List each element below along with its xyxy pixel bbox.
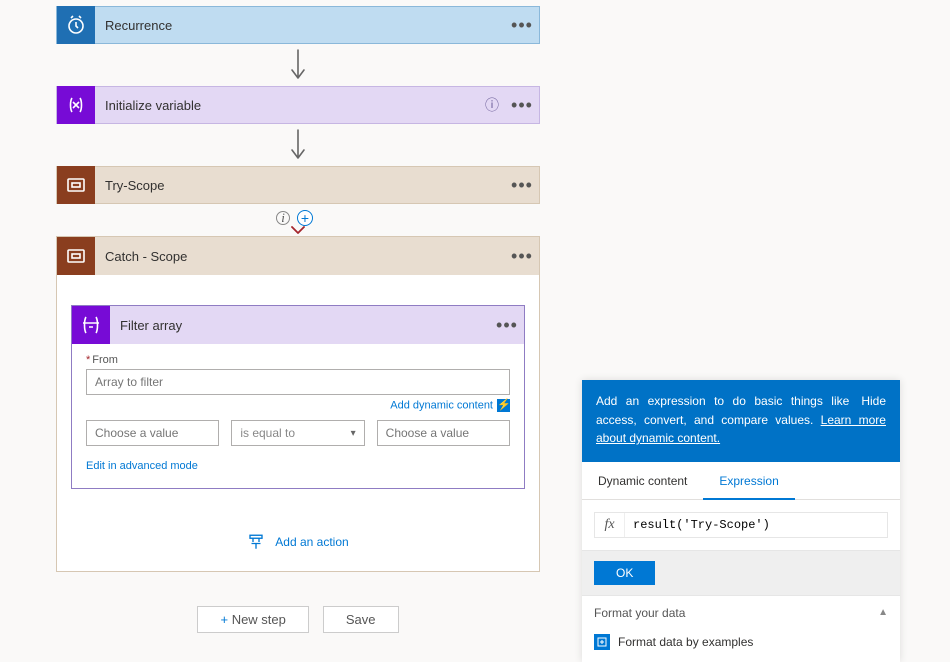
step-title: Try-Scope — [95, 178, 505, 193]
tab-dynamic-content[interactable]: Dynamic content — [582, 462, 703, 499]
variable-icon — [57, 86, 95, 124]
add-action-button[interactable]: Add an action — [71, 533, 525, 551]
more-menu[interactable]: ••• — [505, 20, 539, 30]
edit-advanced-mode-link[interactable]: Edit in advanced mode — [86, 460, 510, 472]
add-dynamic-content-link[interactable]: Add dynamic content — [390, 399, 493, 411]
add-action-label: Add an action — [275, 535, 348, 549]
step-filter-array: Filter array ••• *From Add dynamic conte… — [71, 305, 525, 489]
expression-input-wrap: fx — [594, 512, 888, 538]
condition-right-input[interactable] — [377, 420, 510, 446]
condition-operator-select[interactable]: is equal to▾ — [231, 420, 364, 446]
from-label: *From — [86, 354, 510, 366]
scope-icon — [57, 237, 95, 275]
add-action-icon — [247, 533, 265, 551]
format-item-label: Format data by examples — [618, 635, 753, 649]
more-menu[interactable]: ••• — [490, 320, 524, 330]
step-title: Filter array — [110, 318, 490, 333]
catch-header[interactable]: Catch - Scope ••• — [57, 237, 539, 275]
add-dynamic-icon[interactable]: ⚡ — [497, 399, 510, 412]
step-title: Recurrence — [95, 18, 505, 33]
help-icon[interactable]: ⓘ — [479, 95, 505, 115]
panel-header: Hide Add an expression to do basic thing… — [582, 380, 900, 462]
chevron-down-icon: ▾ — [351, 428, 356, 439]
from-input[interactable] — [86, 369, 510, 395]
step-try-scope[interactable]: Try-Scope ••• — [56, 166, 540, 204]
chevron-up-icon[interactable]: ▲ — [878, 607, 888, 618]
format-section-header: Format your data — [594, 606, 685, 620]
scope-icon — [57, 166, 95, 204]
tab-expression[interactable]: Expression — [703, 462, 794, 500]
filter-icon — [72, 306, 110, 344]
save-button[interactable]: Save — [323, 606, 399, 633]
more-menu[interactable]: ••• — [505, 251, 539, 261]
arrow-icon — [56, 48, 540, 82]
arrow-icon — [56, 128, 540, 162]
new-step-button[interactable]: New step — [197, 606, 308, 633]
step-recurrence[interactable]: Recurrence ••• — [56, 6, 540, 44]
clock-icon — [57, 6, 95, 44]
format-icon — [594, 634, 610, 650]
more-menu[interactable]: ••• — [505, 100, 539, 110]
expression-panel: Hide Add an expression to do basic thing… — [582, 380, 900, 662]
run-after-icon — [56, 226, 540, 234]
hide-link[interactable]: Hide — [861, 392, 886, 411]
more-menu[interactable]: ••• — [505, 180, 539, 190]
filter-header[interactable]: Filter array ••• — [72, 306, 524, 344]
info-icon[interactable]: i — [276, 211, 290, 225]
condition-left-input[interactable] — [86, 420, 219, 446]
format-by-examples-item[interactable]: Format data by examples — [582, 628, 900, 662]
expression-input[interactable] — [625, 513, 887, 537]
step-initialize-variable[interactable]: Initialize variable ⓘ ••• — [56, 86, 540, 124]
step-title: Initialize variable — [95, 98, 479, 113]
step-catch-scope: Catch - Scope ••• Filter array ••• *From… — [56, 236, 540, 572]
add-step-icon[interactable]: + — [297, 210, 313, 226]
step-title: Catch - Scope — [95, 249, 505, 264]
ok-button[interactable]: OK — [594, 561, 655, 585]
fx-icon: fx — [595, 513, 625, 537]
